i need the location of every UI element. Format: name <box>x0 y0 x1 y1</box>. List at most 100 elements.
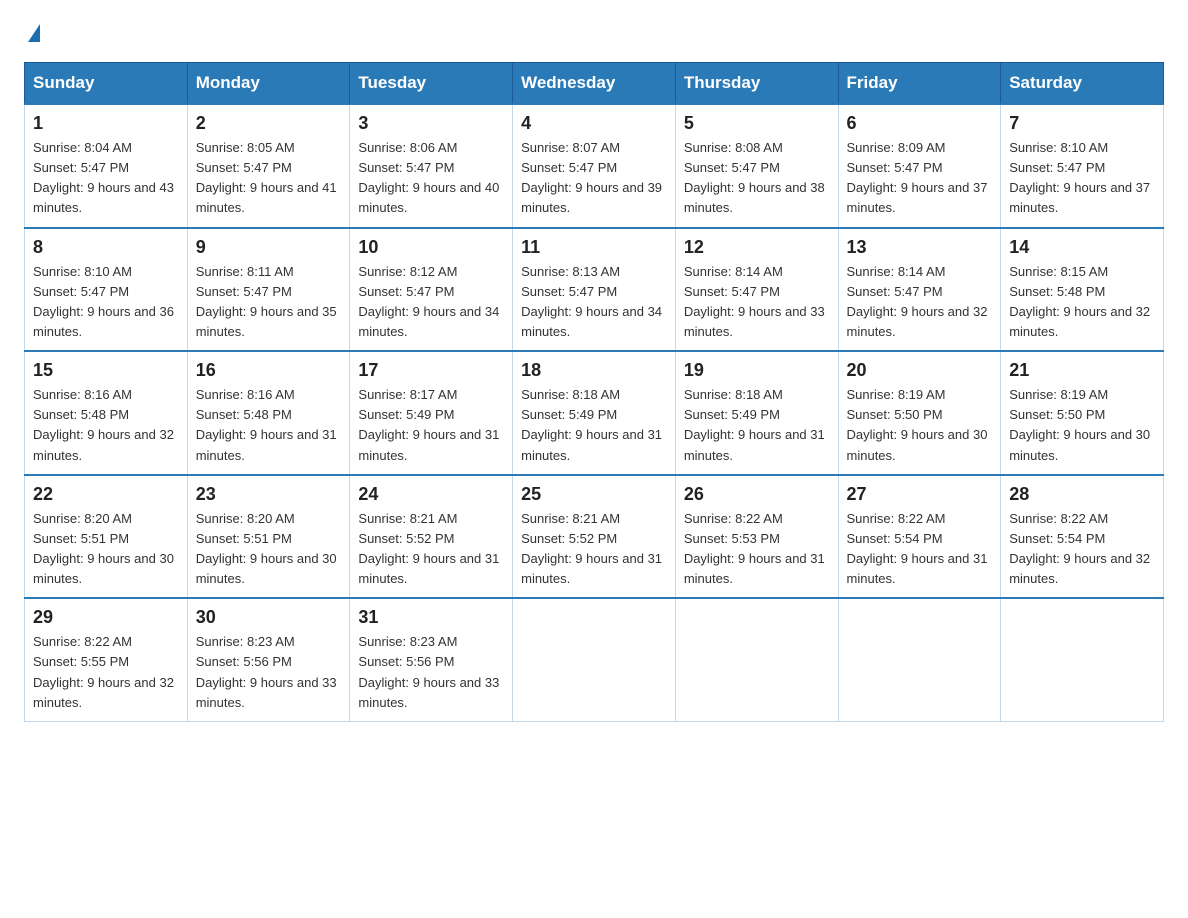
day-info: Sunrise: 8:19 AMSunset: 5:50 PMDaylight:… <box>847 385 993 466</box>
calendar-day-cell: 28Sunrise: 8:22 AMSunset: 5:54 PMDayligh… <box>1001 475 1164 599</box>
day-info: Sunrise: 8:14 AMSunset: 5:47 PMDaylight:… <box>684 262 830 343</box>
logo-triangle-icon <box>28 24 40 42</box>
day-info: Sunrise: 8:10 AMSunset: 5:47 PMDaylight:… <box>1009 138 1155 219</box>
day-number: 5 <box>684 113 830 134</box>
day-number: 3 <box>358 113 504 134</box>
day-number: 13 <box>847 237 993 258</box>
day-info: Sunrise: 8:15 AMSunset: 5:48 PMDaylight:… <box>1009 262 1155 343</box>
day-number: 7 <box>1009 113 1155 134</box>
day-info: Sunrise: 8:21 AMSunset: 5:52 PMDaylight:… <box>358 509 504 590</box>
logo <box>24 24 40 42</box>
calendar-day-header: Thursday <box>675 63 838 105</box>
day-info: Sunrise: 8:18 AMSunset: 5:49 PMDaylight:… <box>684 385 830 466</box>
day-number: 14 <box>1009 237 1155 258</box>
calendar-day-header: Friday <box>838 63 1001 105</box>
page-header <box>24 24 1164 42</box>
calendar-week-row: 22Sunrise: 8:20 AMSunset: 5:51 PMDayligh… <box>25 475 1164 599</box>
calendar-day-cell: 9 Sunrise: 8:11 AMSunset: 5:47 PMDaylight… <box>187 228 350 352</box>
calendar-day-cell: 10Sunrise: 8:12 AMSunset: 5:47 PMDayligh… <box>350 228 513 352</box>
day-number: 31 <box>358 607 504 628</box>
calendar-day-cell: 21 Sunrise: 8:19 AMSunset: 5:50 PMDayligh… <box>1001 351 1164 475</box>
day-number: 17 <box>358 360 504 381</box>
calendar-day-header: Monday <box>187 63 350 105</box>
day-number: 29 <box>33 607 179 628</box>
day-number: 20 <box>847 360 993 381</box>
day-number: 28 <box>1009 484 1155 505</box>
calendar-day-cell: 7 Sunrise: 8:10 AMSunset: 5:47 PMDaylight… <box>1001 104 1164 228</box>
calendar-day-cell: 3 Sunrise: 8:06 AMSunset: 5:47 PMDaylight… <box>350 104 513 228</box>
day-number: 2 <box>196 113 342 134</box>
calendar-week-row: 8Sunrise: 8:10 AMSunset: 5:47 PMDaylight… <box>25 228 1164 352</box>
day-info: Sunrise: 8:09 AMSunset: 5:47 PMDaylight:… <box>847 138 993 219</box>
day-info: Sunrise: 8:23 AMSunset: 5:56 PMDaylight:… <box>196 632 342 713</box>
calendar-week-row: 15 Sunrise: 8:16 AMSunset: 5:48 PMDayligh… <box>25 351 1164 475</box>
day-info: Sunrise: 8:08 AMSunset: 5:47 PMDaylight:… <box>684 138 830 219</box>
day-info: Sunrise: 8:22 AMSunset: 5:53 PMDaylight:… <box>684 509 830 590</box>
day-number: 27 <box>847 484 993 505</box>
day-number: 4 <box>521 113 667 134</box>
calendar-day-cell: 8Sunrise: 8:10 AMSunset: 5:47 PMDaylight… <box>25 228 188 352</box>
calendar-day-cell: 16 Sunrise: 8:16 AMSunset: 5:48 PMDayligh… <box>187 351 350 475</box>
day-number: 25 <box>521 484 667 505</box>
day-number: 9 <box>196 237 342 258</box>
day-number: 18 <box>521 360 667 381</box>
calendar-day-cell: 12Sunrise: 8:14 AMSunset: 5:47 PMDayligh… <box>675 228 838 352</box>
day-number: 23 <box>196 484 342 505</box>
day-info: Sunrise: 8:11 AMSunset: 5:47 PMDaylight:… <box>196 262 342 343</box>
day-info: Sunrise: 8:17 AMSunset: 5:49 PMDaylight:… <box>358 385 504 466</box>
day-info: Sunrise: 8:16 AMSunset: 5:48 PMDaylight:… <box>33 385 179 466</box>
calendar-day-cell: 29 Sunrise: 8:22 AMSunset: 5:55 PMDayligh… <box>25 598 188 721</box>
calendar-day-cell <box>513 598 676 721</box>
calendar-day-cell: 27 Sunrise: 8:22 AMSunset: 5:54 PMDayligh… <box>838 475 1001 599</box>
day-number: 22 <box>33 484 179 505</box>
day-number: 24 <box>358 484 504 505</box>
day-info: Sunrise: 8:13 AMSunset: 5:47 PMDaylight:… <box>521 262 667 343</box>
day-info: Sunrise: 8:04 AMSunset: 5:47 PMDaylight:… <box>33 138 179 219</box>
calendar-day-cell: 22Sunrise: 8:20 AMSunset: 5:51 PMDayligh… <box>25 475 188 599</box>
day-info: Sunrise: 8:14 AMSunset: 5:47 PMDaylight:… <box>847 262 993 343</box>
calendar-day-cell: 19 Sunrise: 8:18 AMSunset: 5:49 PMDayligh… <box>675 351 838 475</box>
calendar-day-cell <box>838 598 1001 721</box>
day-number: 30 <box>196 607 342 628</box>
day-info: Sunrise: 8:16 AMSunset: 5:48 PMDaylight:… <box>196 385 342 466</box>
calendar-day-cell: 11Sunrise: 8:13 AMSunset: 5:47 PMDayligh… <box>513 228 676 352</box>
calendar-week-row: 1 Sunrise: 8:04 AMSunset: 5:47 PMDaylight… <box>25 104 1164 228</box>
calendar-day-cell: 25 Sunrise: 8:21 AMSunset: 5:52 PMDayligh… <box>513 475 676 599</box>
calendar-day-cell: 30 Sunrise: 8:23 AMSunset: 5:56 PMDayligh… <box>187 598 350 721</box>
day-info: Sunrise: 8:06 AMSunset: 5:47 PMDaylight:… <box>358 138 504 219</box>
calendar-day-cell: 1 Sunrise: 8:04 AMSunset: 5:47 PMDaylight… <box>25 104 188 228</box>
calendar-day-cell: 5 Sunrise: 8:08 AMSunset: 5:47 PMDaylight… <box>675 104 838 228</box>
calendar-day-cell: 20 Sunrise: 8:19 AMSunset: 5:50 PMDayligh… <box>838 351 1001 475</box>
calendar-day-cell: 13 Sunrise: 8:14 AMSunset: 5:47 PMDayligh… <box>838 228 1001 352</box>
calendar-day-cell: 18Sunrise: 8:18 AMSunset: 5:49 PMDayligh… <box>513 351 676 475</box>
day-info: Sunrise: 8:05 AMSunset: 5:47 PMDaylight:… <box>196 138 342 219</box>
day-info: Sunrise: 8:23 AMSunset: 5:56 PMDaylight:… <box>358 632 504 713</box>
calendar-day-cell: 15 Sunrise: 8:16 AMSunset: 5:48 PMDayligh… <box>25 351 188 475</box>
day-info: Sunrise: 8:19 AMSunset: 5:50 PMDaylight:… <box>1009 385 1155 466</box>
day-number: 19 <box>684 360 830 381</box>
day-info: Sunrise: 8:21 AMSunset: 5:52 PMDaylight:… <box>521 509 667 590</box>
day-number: 10 <box>358 237 504 258</box>
calendar-day-header: Sunday <box>25 63 188 105</box>
calendar-day-cell: 31 Sunrise: 8:23 AMSunset: 5:56 PMDayligh… <box>350 598 513 721</box>
calendar-day-header: Saturday <box>1001 63 1164 105</box>
calendar-day-header: Wednesday <box>513 63 676 105</box>
calendar-day-cell: 14 Sunrise: 8:15 AMSunset: 5:48 PMDayligh… <box>1001 228 1164 352</box>
day-info: Sunrise: 8:22 AMSunset: 5:55 PMDaylight:… <box>33 632 179 713</box>
day-number: 1 <box>33 113 179 134</box>
calendar-day-cell <box>675 598 838 721</box>
calendar-header-row: SundayMondayTuesdayWednesdayThursdayFrid… <box>25 63 1164 105</box>
day-number: 16 <box>196 360 342 381</box>
calendar-day-header: Tuesday <box>350 63 513 105</box>
day-info: Sunrise: 8:22 AMSunset: 5:54 PMDaylight:… <box>847 509 993 590</box>
calendar-day-cell: 4 Sunrise: 8:07 AMSunset: 5:47 PMDaylight… <box>513 104 676 228</box>
day-number: 8 <box>33 237 179 258</box>
day-info: Sunrise: 8:07 AMSunset: 5:47 PMDaylight:… <box>521 138 667 219</box>
day-number: 15 <box>33 360 179 381</box>
calendar-day-cell: 17 Sunrise: 8:17 AMSunset: 5:49 PMDayligh… <box>350 351 513 475</box>
calendar-week-row: 29 Sunrise: 8:22 AMSunset: 5:55 PMDayligh… <box>25 598 1164 721</box>
calendar-day-cell: 2 Sunrise: 8:05 AMSunset: 5:47 PMDaylight… <box>187 104 350 228</box>
calendar-day-cell: 23Sunrise: 8:20 AMSunset: 5:51 PMDayligh… <box>187 475 350 599</box>
calendar-table: SundayMondayTuesdayWednesdayThursdayFrid… <box>24 62 1164 722</box>
day-number: 21 <box>1009 360 1155 381</box>
